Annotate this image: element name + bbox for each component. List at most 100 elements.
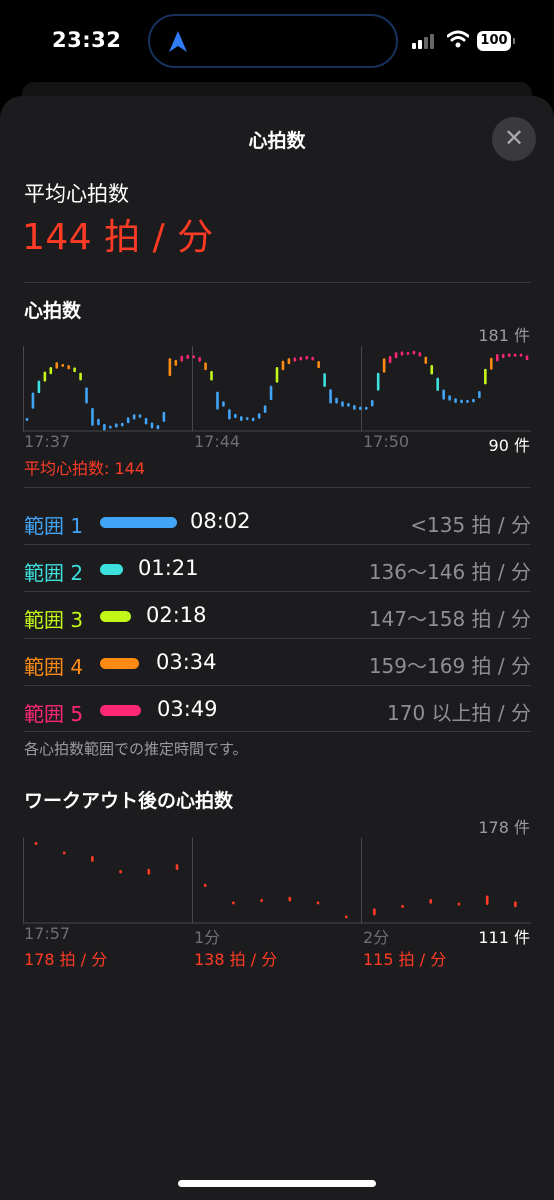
recovery-point xyxy=(62,851,66,855)
heart-rate-point xyxy=(210,370,213,381)
x-tick-label: 1分 xyxy=(194,928,221,947)
recovery-point xyxy=(457,902,461,906)
range-bpm: 136～146 拍 / 分 xyxy=(368,560,531,584)
heart-rate-point xyxy=(353,405,356,410)
heart-rate-point xyxy=(269,385,273,401)
heart-rate-point xyxy=(61,363,65,367)
heart-rate-point xyxy=(484,368,487,385)
heart-rate-point xyxy=(400,351,404,356)
average-note: 平均心拍数: 144 xyxy=(24,459,146,478)
chart-max-count: 181 件 xyxy=(478,326,530,345)
chart-min-count: 90 件 xyxy=(488,436,530,455)
heart-rate-point xyxy=(103,423,106,431)
heart-rate-point xyxy=(323,373,326,387)
dynamic-island[interactable] xyxy=(148,14,398,68)
heart-rate-point xyxy=(156,425,160,430)
recovery-point xyxy=(485,895,489,905)
heart-rate-point xyxy=(317,360,320,369)
x-tick-label: 17:44 xyxy=(194,432,241,451)
heart-rate-point xyxy=(448,395,451,401)
heart-rate-point xyxy=(162,411,166,422)
heart-rate-point xyxy=(49,366,53,375)
heart-rate-point xyxy=(73,367,76,373)
heart-rate-point xyxy=(478,390,481,399)
heart-rate-point xyxy=(418,352,422,357)
heart-rate-point xyxy=(394,352,398,359)
heart-rate-point xyxy=(275,367,279,383)
heart-rate-point xyxy=(251,417,255,422)
heart-rate-point xyxy=(263,405,267,414)
close-button[interactable]: ✕ xyxy=(492,117,536,161)
recovery-bpm-label: 138 拍 / 分 xyxy=(194,950,278,969)
heart-rate-point xyxy=(198,357,201,362)
range-row-1[interactable]: 範囲 1 08:02 <135 拍 / 分 xyxy=(24,498,531,544)
range-duration-bar xyxy=(100,705,141,716)
recovery-bpm-label: 178 拍 / 分 xyxy=(24,950,108,969)
x-tick-label: 17:50 xyxy=(363,432,410,451)
recovery-point xyxy=(344,915,348,919)
range-duration-bar xyxy=(100,564,123,575)
heart-rate-point xyxy=(55,362,59,369)
range-name: 範囲 5 xyxy=(24,702,84,726)
heart-rate-point xyxy=(150,422,154,429)
range-duration-bar xyxy=(100,658,139,669)
heart-rate-point xyxy=(430,364,434,375)
heart-rate-point xyxy=(109,425,112,429)
range-row-3[interactable]: 範囲 3 02:18 147～158 拍 / 分 xyxy=(24,592,531,638)
range-duration: 03:49 xyxy=(157,697,218,721)
heart-rate-point xyxy=(168,358,172,377)
heart-rate-point xyxy=(376,372,380,391)
heart-rate-point xyxy=(513,353,517,357)
heart-rate-point xyxy=(239,416,243,421)
heart-rate-point xyxy=(341,401,344,407)
divider xyxy=(24,731,531,732)
average-heart-rate-label: 平均心拍数 xyxy=(24,182,129,206)
heart-rate-point xyxy=(489,357,493,370)
range-name: 範囲 2 xyxy=(24,561,84,585)
heart-rate-point xyxy=(31,392,35,409)
heart-rate-point xyxy=(67,365,70,370)
heart-rate-point xyxy=(222,401,225,407)
recovery-chart-title: ワークアウト後の心拍数 xyxy=(24,790,234,812)
heart-rate-point xyxy=(138,414,142,418)
heart-rate-point xyxy=(180,355,184,362)
heart-rate-point xyxy=(436,377,440,391)
range-bpm: 170 以上拍 / 分 xyxy=(387,701,531,725)
range-duration-bar xyxy=(100,517,177,528)
range-row-2[interactable]: 範囲 2 01:21 136～146 拍 / 分 xyxy=(24,545,531,591)
sheet-title: 心拍数 xyxy=(248,130,306,152)
heart-rate-point xyxy=(406,351,410,355)
chart-max-count: 178 件 xyxy=(478,818,530,837)
heart-rate-point xyxy=(329,389,332,404)
heart-rate-point xyxy=(293,357,297,362)
range-row-4[interactable]: 範囲 4 03:34 159～169 拍 / 分 xyxy=(24,639,531,685)
heart-rate-point xyxy=(364,406,368,410)
heart-rate-point xyxy=(507,353,511,357)
recovery-heart-rate-chart[interactable] xyxy=(23,838,531,924)
heart-rate-point xyxy=(132,414,136,420)
recovery-point xyxy=(119,869,122,874)
divider xyxy=(24,282,531,283)
recovery-bpm-label: 115 拍 / 分 xyxy=(363,950,447,969)
heart-rate-point xyxy=(245,417,249,421)
heart-rate-point xyxy=(281,360,285,371)
heart-rate-point xyxy=(335,397,338,404)
home-indicator[interactable] xyxy=(178,1180,376,1187)
heart-rate-chart[interactable] xyxy=(23,346,531,432)
heart-rate-point xyxy=(472,398,475,403)
heart-rate-point xyxy=(192,355,195,359)
ranges-footnote: 各心拍数範囲での推定時間です。 xyxy=(24,740,248,758)
range-duration: 02:18 xyxy=(146,603,207,627)
range-name: 範囲 1 xyxy=(24,514,84,538)
heart-rate-point xyxy=(114,423,118,428)
x-tick-label: 17:57 xyxy=(24,924,71,943)
heart-rate-point xyxy=(466,399,469,403)
heart-rate-point xyxy=(216,391,219,410)
heart-rate-point xyxy=(460,399,463,404)
recovery-point xyxy=(373,908,376,916)
recovery-point xyxy=(288,896,292,902)
heart-rate-point xyxy=(126,417,130,424)
range-row-5[interactable]: 範囲 5 03:49 170 以上拍 / 分 xyxy=(24,686,531,732)
recovery-point xyxy=(429,899,433,904)
recovery-point xyxy=(91,855,94,862)
